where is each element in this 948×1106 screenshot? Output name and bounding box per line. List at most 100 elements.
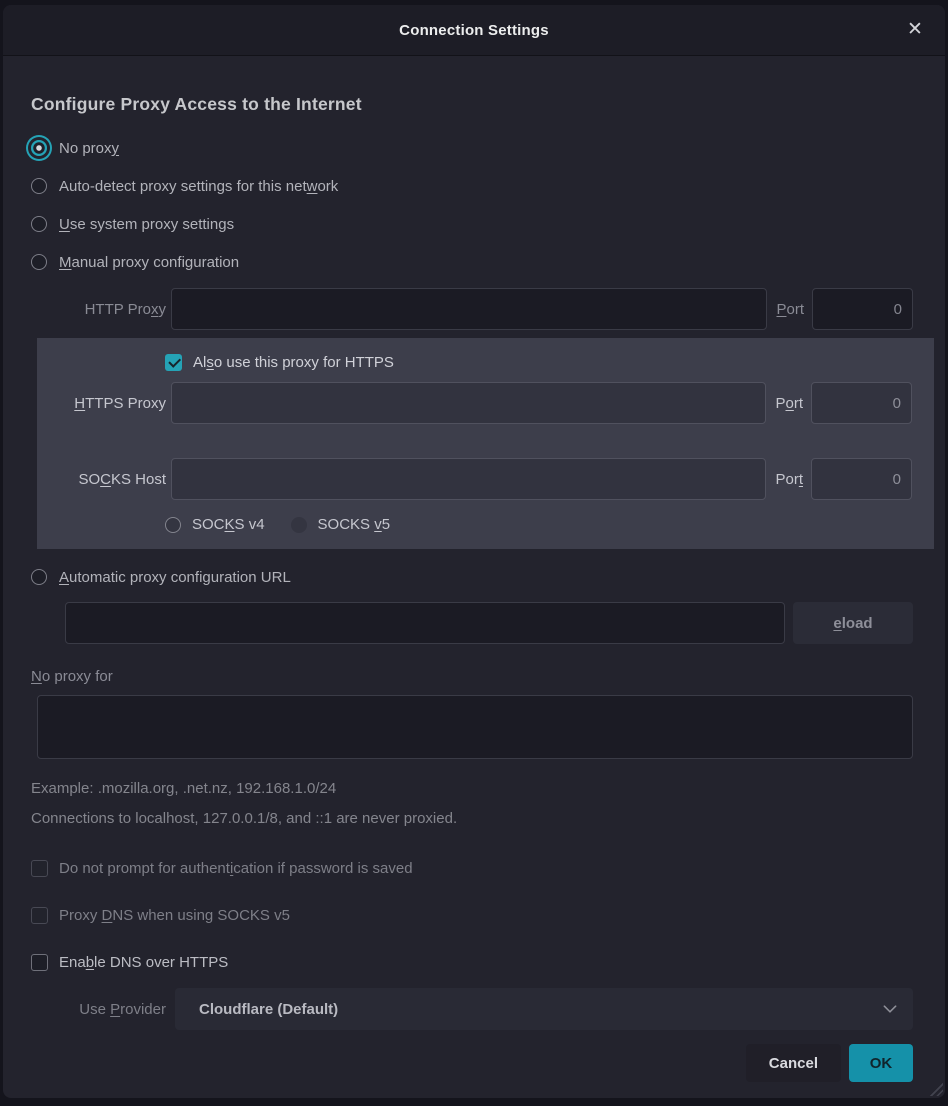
radio-row-socks-v4[interactable]: SOCKS v4 — [165, 516, 265, 533]
page-title: Configure Proxy Access to the Internet — [31, 94, 913, 115]
radio-no-proxy[interactable] — [31, 140, 47, 156]
dialog-title: Connection Settings — [399, 22, 549, 39]
label-pre: Al — [193, 354, 206, 371]
dialog-content: Configure Proxy Access to the Internet N… — [3, 94, 945, 1098]
https-proxy-label: HTTPS Proxy — [37, 395, 166, 412]
socks-host-row: SOCKS Host Port — [37, 458, 912, 500]
http-proxy-input[interactable] — [171, 288, 767, 330]
radio-socks-v5[interactable] — [291, 517, 307, 533]
label-post: le DNS over HTTPS — [94, 954, 228, 971]
socks-host-label: SOCKS Host — [37, 471, 166, 488]
radio-row-auto-detect[interactable]: Auto-detect proxy settings for this netw… — [31, 167, 913, 205]
radio-label-system-proxy: Use system proxy settings — [59, 216, 234, 233]
label-pre: Ena — [59, 954, 86, 971]
radio-manual-proxy[interactable] — [31, 254, 47, 270]
access-key: M — [59, 254, 72, 271]
also-https-row[interactable]: Also use this proxy for HTTPS — [165, 350, 912, 374]
label-pre: HTTP Pro — [85, 301, 151, 318]
cancel-button[interactable]: Cancel — [746, 1044, 841, 1082]
checkbox-row-enable-doh[interactable]: Enable DNS over HTTPS — [31, 951, 913, 973]
http-proxy-row: HTTP Proxy Port — [31, 288, 913, 330]
label-pre: SO — [78, 471, 100, 488]
auto-url-input[interactable] — [65, 602, 785, 644]
access-key: w — [307, 178, 318, 195]
radio-socks-v4[interactable] — [165, 517, 181, 533]
checkbox-row-proxy-dns[interactable]: Proxy DNS when using SOCKS v5 — [31, 904, 913, 926]
provider-dropdown[interactable]: Cloudflare (Default) — [175, 988, 913, 1030]
proxy-dns-label: Proxy DNS when using SOCKS v5 — [59, 907, 290, 924]
label-post: ort — [786, 301, 804, 318]
radio-row-socks-v5[interactable]: SOCKS v5 — [291, 516, 391, 533]
proxy-dns-checkbox[interactable] — [31, 907, 48, 924]
reload-button[interactable]: eload — [793, 602, 913, 644]
radio-auto-detect[interactable] — [31, 178, 47, 194]
label-post: S v4 — [235, 516, 265, 533]
access-key: A — [59, 569, 69, 586]
socks-port-input[interactable] — [811, 458, 912, 500]
no-prompt-auth-label: Do not prompt for authentication if pass… — [59, 860, 413, 877]
http-proxy-label: HTTP Proxy — [31, 301, 166, 318]
checkbox-row-no-prompt-auth[interactable]: Do not prompt for authentication if pass… — [31, 857, 913, 879]
also-https-label: Also use this proxy for HTTPS — [193, 354, 394, 371]
access-key: e — [833, 615, 841, 632]
dialog-action-buttons: Cancel OK — [31, 1044, 913, 1098]
http-port-input[interactable] — [812, 288, 913, 330]
no-prompt-auth-checkbox[interactable] — [31, 860, 48, 877]
radio-row-auto-url[interactable]: Automatic proxy configuration URL — [31, 562, 913, 592]
label-pre: Use — [79, 1001, 110, 1018]
connection-settings-dialog: Connection Settings ✕ Configure Proxy Ac… — [3, 5, 945, 1098]
no-proxy-for-label: No proxy for — [31, 668, 913, 685]
label-post: rt — [794, 395, 803, 412]
label-pre: No prox — [59, 140, 112, 157]
label-post: o proxy for — [42, 668, 113, 685]
radio-auto-url[interactable] — [31, 569, 47, 585]
label-post: TTPS Proxy — [85, 395, 166, 412]
radio-row-system-proxy[interactable]: Use system proxy settings — [31, 205, 913, 243]
access-key: v — [374, 516, 382, 533]
auto-url-row: eload — [65, 602, 913, 644]
radio-label-socks-v5: SOCKS v5 — [318, 516, 391, 533]
access-key: U — [59, 216, 70, 233]
label-post: load — [842, 615, 873, 632]
access-key: x — [151, 301, 159, 318]
radio-label-auto-detect: Auto-detect proxy settings for this netw… — [59, 178, 338, 195]
label-pre: Do not prompt for authent — [59, 860, 230, 877]
access-key: N — [31, 668, 42, 685]
radio-system-proxy[interactable] — [31, 216, 47, 232]
chevron-down-icon — [881, 1000, 899, 1018]
access-key: K — [225, 516, 235, 533]
doh-provider-row: Use Provider Cloudflare (Default) — [31, 988, 913, 1030]
no-proxy-for-textarea[interactable] — [37, 695, 913, 759]
label-post: NS when using SOCKS v5 — [112, 907, 290, 924]
socks-port-label: Port — [775, 471, 803, 488]
label-pre: SOCKS — [318, 516, 375, 533]
no-proxy-example-text: Example: .mozilla.org, .net.nz, 192.168.… — [31, 780, 913, 797]
label-post: cation if password is saved — [233, 860, 412, 877]
radio-label-manual-proxy: Manual proxy configuration — [59, 254, 239, 271]
radio-label-auto-url: Automatic proxy configuration URL — [59, 569, 291, 586]
label-pre: SOC — [192, 516, 225, 533]
https-port-input[interactable] — [811, 382, 912, 424]
radio-row-manual-proxy[interactable]: Manual proxy configuration — [31, 243, 913, 281]
enable-doh-checkbox[interactable] — [31, 954, 48, 971]
close-icon[interactable]: ✕ — [899, 14, 931, 46]
https-port-label: Port — [775, 395, 803, 412]
enable-doh-label: Enable DNS over HTTPS — [59, 954, 228, 971]
ok-button[interactable]: OK — [849, 1044, 913, 1082]
label-pre: Auto-detect proxy settings for this net — [59, 178, 307, 195]
socks-host-input[interactable] — [171, 458, 766, 500]
access-key: b — [86, 954, 94, 971]
access-key: D — [102, 907, 113, 924]
label-post: 5 — [382, 516, 390, 533]
label-pre: P — [775, 395, 785, 412]
socks-version-group: SOCKS v4 SOCKS v5 — [165, 516, 912, 533]
proxy-mode-group: No proxy Auto-detect proxy settings for … — [31, 129, 913, 281]
label-post: utomatic proxy configuration URL — [69, 569, 291, 586]
https-proxy-input[interactable] — [171, 382, 766, 424]
label-post: KS Host — [111, 471, 166, 488]
localhost-note-text: Connections to localhost, 127.0.0.1/8, a… — [31, 810, 913, 827]
label-post: y — [159, 301, 167, 318]
provider-selected-value: Cloudflare (Default) — [199, 1001, 881, 1018]
radio-row-no-proxy[interactable]: No proxy — [31, 129, 913, 167]
also-https-checkbox[interactable] — [165, 354, 182, 371]
